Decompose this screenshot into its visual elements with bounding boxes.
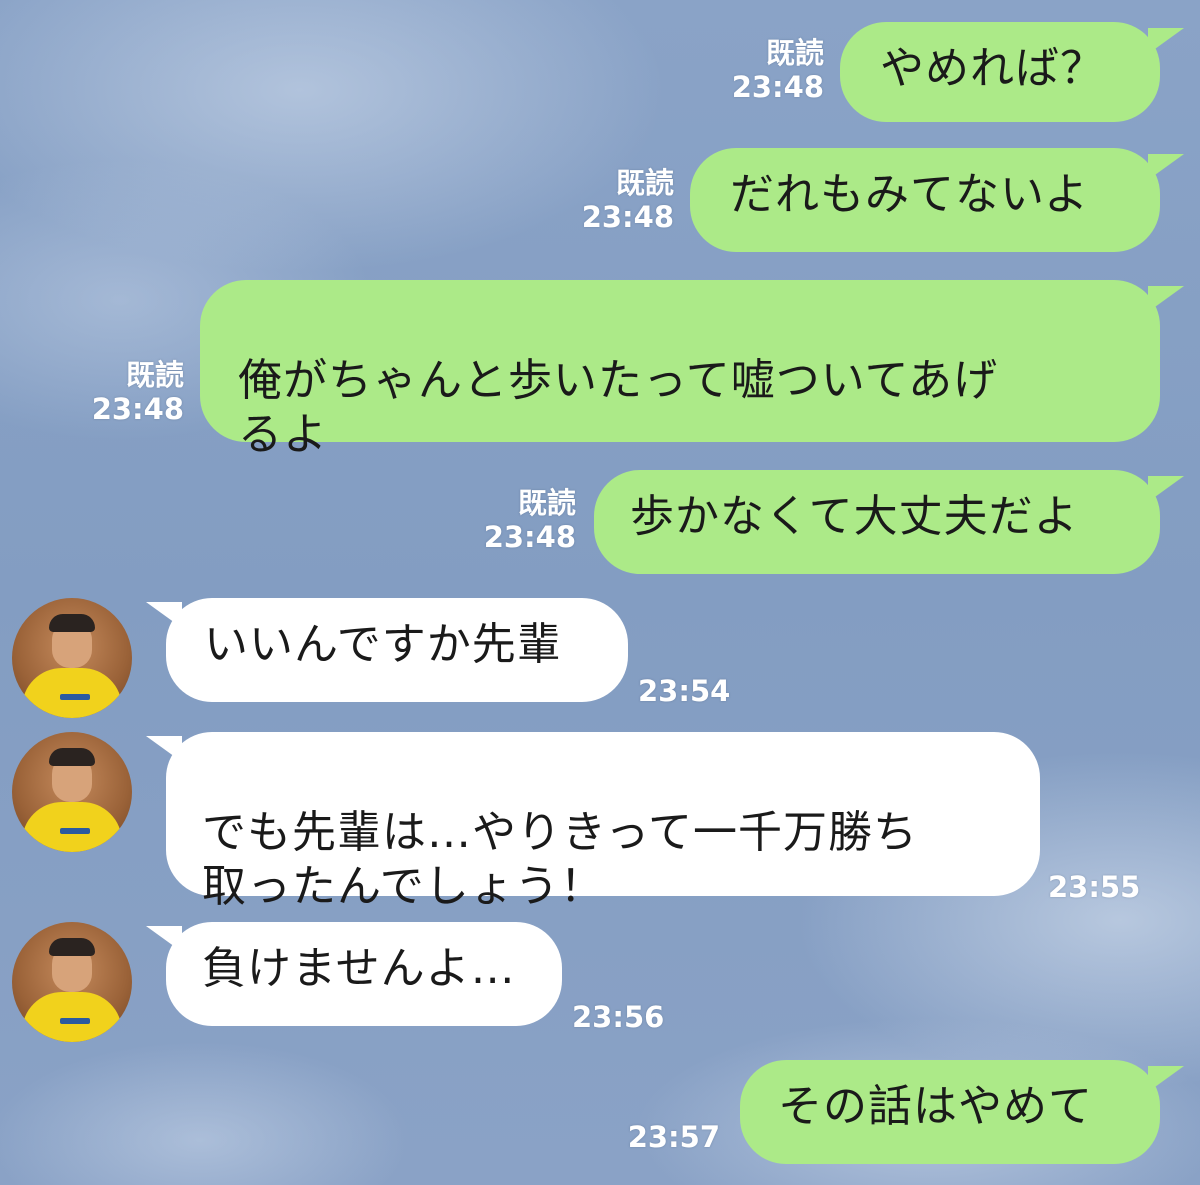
read-receipt: 既読: [517, 486, 576, 520]
bubble-tail: [1148, 28, 1184, 54]
timestamp: 23:48: [91, 392, 184, 426]
message-text: 俺がちゃんと歩いたって嘘ついてあげ るよ: [238, 355, 999, 460]
message-bubble[interactable]: でも先輩は…やりきって一千万勝ち 取ったんでしょう！: [166, 732, 1040, 912]
timestamp: 23:48: [731, 70, 824, 104]
message-meta: 23:56: [572, 1000, 672, 1034]
message-text: 負けませんよ…: [202, 943, 516, 994]
chat-area[interactable]: やめれば？ 既読 23:48 だれもみてないよ 既読 23:48 俺がちゃんと歩…: [0, 0, 1200, 1185]
message-bubble[interactable]: その話はやめて: [740, 1060, 1160, 1164]
timestamp: 23:48: [483, 520, 576, 554]
message-bubble[interactable]: 歩かなくて大丈夫だよ: [594, 470, 1160, 574]
message-text: 歩かなくて大丈夫だよ: [630, 491, 1079, 542]
avatar[interactable]: [12, 598, 132, 718]
message-meta: 23:54: [638, 674, 738, 708]
bubble-tail: [1148, 286, 1184, 312]
message-bubble[interactable]: やめれば？: [840, 22, 1160, 122]
message-bubble[interactable]: 負けませんよ…: [166, 922, 562, 1026]
bubble-tail: [1148, 476, 1184, 502]
timestamp: 23:55: [1048, 870, 1141, 904]
message-bubble[interactable]: だれもみてないよ: [690, 148, 1160, 252]
timestamp: 23:48: [581, 200, 674, 234]
timestamp: 23:56: [572, 1000, 665, 1034]
message-text: その話はやめて: [778, 1081, 1093, 1132]
message-meta: 既読 23:48: [452, 486, 576, 554]
message-meta: 23:55: [1048, 870, 1158, 904]
bubble-tail: [1148, 1066, 1184, 1092]
message-meta: 23:57: [620, 1120, 720, 1154]
message-meta: 既読 23:48: [700, 36, 824, 104]
message-meta: 既読 23:48: [60, 358, 184, 426]
avatar[interactable]: [12, 922, 132, 1042]
message-text: やめれば？: [880, 43, 1105, 94]
bubble-tail: [1148, 154, 1184, 180]
read-receipt: 既読: [615, 166, 674, 200]
timestamp: 23:54: [638, 674, 731, 708]
timestamp: 23:57: [627, 1120, 720, 1154]
read-receipt: 既読: [125, 358, 184, 392]
read-receipt: 既読: [765, 36, 824, 70]
avatar[interactable]: [12, 732, 132, 852]
message-text: でも先輩は…やりきって一千万勝ち 取ったんでしょう！: [202, 807, 919, 912]
message-text: いいんですか先輩: [204, 619, 562, 670]
message-meta: 既読 23:48: [550, 166, 674, 234]
message-bubble[interactable]: いいんですか先輩: [166, 598, 628, 702]
message-text: だれもみてないよ: [730, 169, 1090, 220]
message-bubble[interactable]: 俺がちゃんと歩いたって嘘ついてあげ るよ: [200, 280, 1160, 460]
